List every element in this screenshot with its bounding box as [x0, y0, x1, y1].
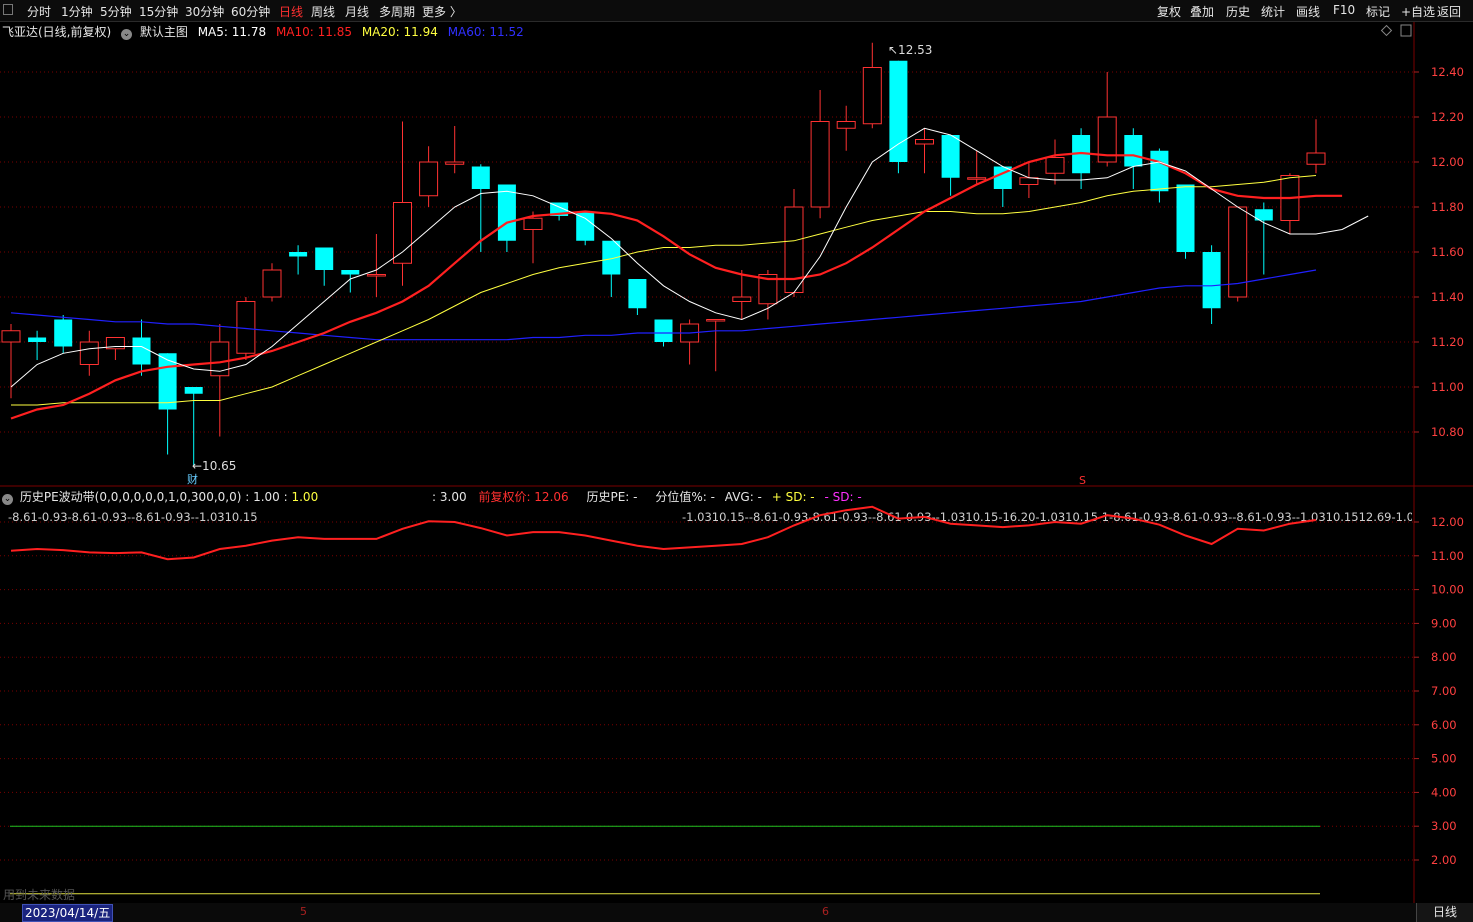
candle-body-down: [471, 166, 490, 189]
sub-tick-label: 2.00: [1431, 853, 1457, 867]
candle-body-down: [341, 270, 360, 275]
price-tick-label: 12.00: [1431, 155, 1464, 169]
time-axis: [0, 903, 1473, 922]
sub-tick-label: 8.00: [1431, 650, 1457, 664]
sub-tick-label: 6.00: [1431, 718, 1457, 732]
candle-body-up: [79, 341, 99, 365]
candle-body-down: [315, 247, 334, 270]
price-tick-label: 11.40: [1431, 290, 1464, 304]
price-tick-label: 10.80: [1431, 425, 1464, 439]
period-tab-day[interactable]: 日线: [1416, 903, 1473, 922]
candle-body-up: [1306, 152, 1326, 165]
candle-body-down: [497, 184, 516, 241]
ma10-line: [10, 151, 1343, 420]
sub-tick-label: 10.00: [1431, 583, 1464, 597]
cursor-date: 2023/04/14/五: [22, 904, 114, 922]
sub-tick-label: 11.00: [1431, 549, 1464, 563]
low-marker: ←10.65: [192, 459, 236, 473]
candle-body-up: [915, 139, 934, 145]
candle-body-up: [262, 269, 282, 298]
candle-body-down: [628, 279, 647, 309]
high-marker: ↖12.53: [888, 43, 932, 57]
candle-body-down: [28, 337, 47, 342]
candle-body-down: [184, 387, 203, 394]
price-tick-label: 12.20: [1431, 110, 1464, 124]
candle-body-up: [732, 296, 752, 302]
candle-body-down: [654, 319, 673, 342]
signal-marker: S: [1079, 474, 1086, 487]
sub-tick-label: 5.00: [1431, 752, 1457, 766]
candle-body-up: [862, 67, 882, 125]
month-5-label: 5: [300, 905, 307, 918]
finance-marker: 财: [187, 472, 198, 486]
candle-body-down: [54, 319, 73, 347]
candle-body-down: [889, 60, 908, 162]
candle-body-down: [1124, 135, 1143, 167]
candle-body-down: [289, 252, 308, 257]
candle-body-up: [523, 217, 543, 230]
price-tick-label: 12.40: [1431, 65, 1464, 79]
future-data-hint: 用到未来数据: [3, 888, 76, 902]
candle-body-down: [1176, 184, 1195, 252]
candle-body-up: [445, 161, 465, 165]
sub-tick-label: 7.00: [1431, 684, 1457, 698]
sub-tick-label: 9.00: [1431, 616, 1457, 630]
pe-band-line: [10, 505, 1317, 561]
diamond-icon: [1380, 24, 1393, 37]
candle-body-up: [1, 330, 21, 343]
panel-icon: [1400, 24, 1412, 37]
month-6-label: 6: [822, 905, 829, 918]
candle-body-up: [393, 202, 412, 264]
candle-body-up: [967, 177, 987, 180]
candle-body-down: [941, 135, 960, 178]
candle-body-up: [836, 121, 856, 129]
candle-body-down: [132, 337, 151, 365]
candle-body-up: [366, 274, 386, 277]
sub-tick-label: 4.00: [1431, 785, 1457, 799]
candle-body-up: [419, 161, 439, 197]
price-tick-label: 11.20: [1431, 335, 1464, 349]
sub-tick-label: 12.00: [1431, 515, 1464, 529]
sub-tick-label: 3.00: [1431, 819, 1457, 833]
price-tick-label: 11.60: [1431, 245, 1464, 259]
candle-body-up: [810, 121, 830, 208]
candle-body-up: [1045, 157, 1065, 174]
price-tick-label: 11.80: [1431, 200, 1464, 214]
candle-body-up: [706, 319, 726, 322]
candle-body-down: [1150, 150, 1169, 192]
candle-body-down: [1202, 252, 1221, 309]
price-tick-label: 11.00: [1431, 380, 1464, 394]
chart-canvas[interactable]: 12.40 12.20 12.00 11.80 11.60 11.40 11.20 11.00…: [0, 0, 1473, 922]
